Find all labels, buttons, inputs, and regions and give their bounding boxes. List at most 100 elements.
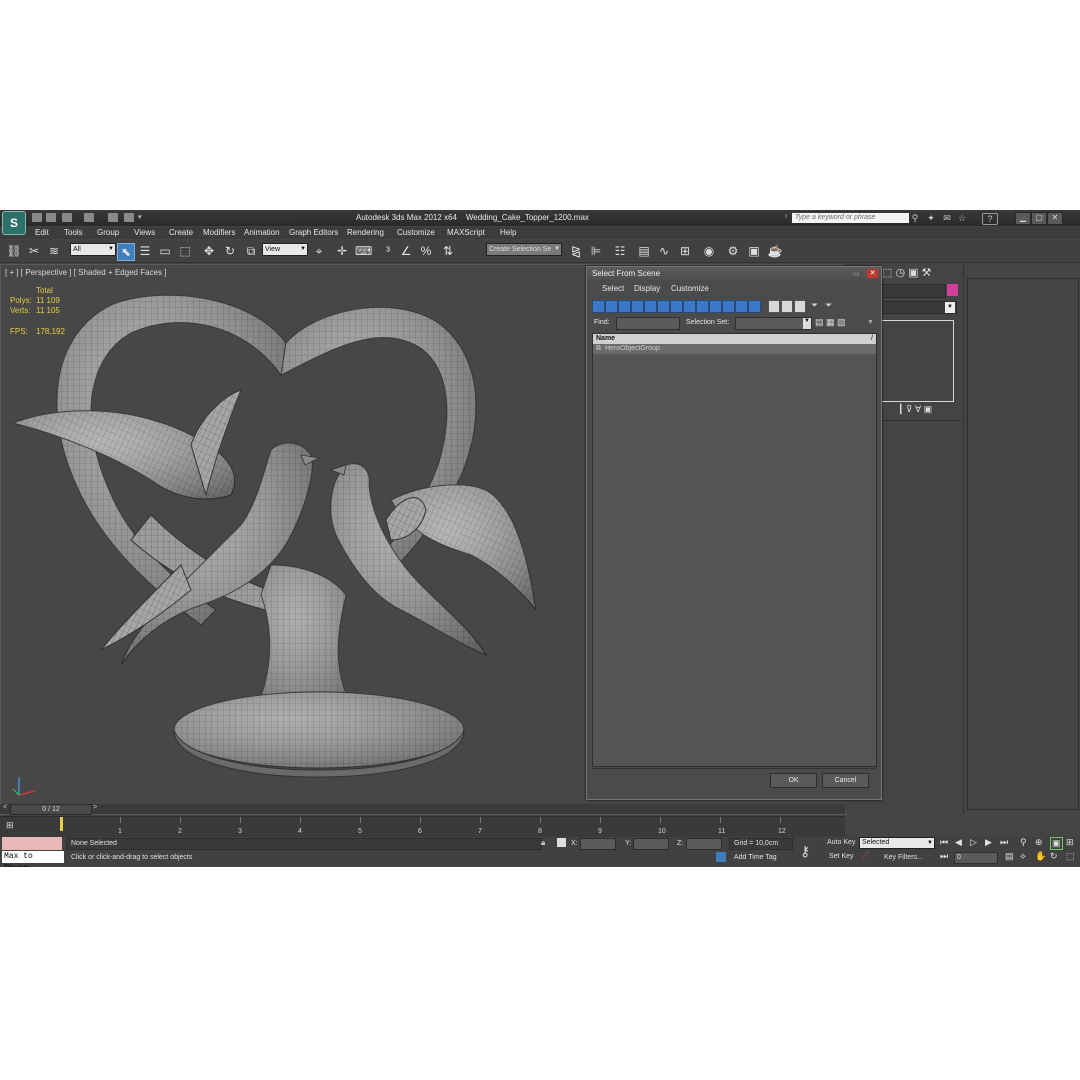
bind-spacewarp-icon[interactable]: ≋ <box>46 243 62 259</box>
display-helpers-icon[interactable] <box>644 300 657 313</box>
display-geometry-icon[interactable] <box>592 300 605 313</box>
key-mode-dropdown[interactable]: Selected ▼ <box>859 837 935 849</box>
prev-frame-icon[interactable]: ◀ <box>955 837 962 848</box>
display-xrefs-icon[interactable] <box>683 300 696 313</box>
set-key-button[interactable]: Set Key <box>829 853 854 860</box>
named-selection-set-dropdown[interactable]: Create Selection Se ▼ <box>486 243 562 256</box>
qa-dropdown-icon[interactable]: ▾ <box>138 213 142 221</box>
modifier-list-dropdown[interactable]: ▼ <box>881 301 957 314</box>
menu-create[interactable]: Create <box>169 228 193 237</box>
play-icon[interactable]: ▷ <box>970 837 977 848</box>
select-invert-icon[interactable] <box>794 300 806 313</box>
absolute-mode-icon[interactable] <box>557 838 566 847</box>
menu-maxscript[interactable]: MAXScript <box>447 228 485 237</box>
chevron-down-icon[interactable]: ▼ <box>803 318 811 329</box>
next-frame-icon[interactable]: ▶ <box>985 837 992 848</box>
cancel-button[interactable]: Cancel <box>822 773 869 788</box>
favorites-star-icon[interactable]: ☆ <box>957 213 967 223</box>
hold-icon[interactable] <box>108 213 118 222</box>
render-production-icon[interactable]: ☕ <box>767 243 783 259</box>
scale-icon[interactable]: ⧉ <box>243 243 259 259</box>
undo-icon[interactable] <box>62 213 72 222</box>
app-logo-icon[interactable]: S <box>2 211 26 235</box>
select-all-icon[interactable] <box>768 300 780 313</box>
display-cameras-icon[interactable] <box>631 300 644 313</box>
x-coordinate-field[interactable] <box>580 838 616 850</box>
column-header-name[interactable]: Name / <box>593 334 876 344</box>
dialog-menu-display[interactable]: Display <box>634 284 660 293</box>
layer-manager-icon[interactable]: ☷ <box>612 243 628 259</box>
display-shapes-icon[interactable] <box>605 300 618 313</box>
time-tag-icon[interactable] <box>716 852 726 862</box>
time-slider-thumb[interactable]: 0 / 12 <box>10 804 92 815</box>
curve-editor-icon[interactable]: ∿ <box>656 243 672 259</box>
display-hidden-icon[interactable] <box>735 300 748 313</box>
track-bar[interactable]: ⊞ 1 2 3 4 5 6 7 8 9 10 11 12 <box>0 816 845 838</box>
minimize-button[interactable]: ▁ <box>1015 212 1031 225</box>
percent-snap-icon[interactable]: % <box>418 243 434 259</box>
expand-arrow-icon[interactable]: ▼ <box>867 319 874 326</box>
redo-icon[interactable] <box>84 213 94 222</box>
display-containers-icon[interactable] <box>709 300 722 313</box>
rectangular-selection-icon[interactable]: ▭ <box>157 243 173 259</box>
display-groups-icon[interactable] <box>670 300 683 313</box>
dialog-menu-select[interactable]: Select <box>602 284 624 293</box>
filter-options-icon[interactable]: ⏷ <box>825 300 832 311</box>
zoom-icon[interactable]: ⚲ <box>1020 837 1027 848</box>
display-frozen-icon[interactable] <box>722 300 735 313</box>
rotate-icon[interactable]: ↻ <box>222 243 238 259</box>
menu-rendering[interactable]: Rendering <box>347 228 384 237</box>
project-folder-icon[interactable] <box>124 213 134 222</box>
menu-edit[interactable]: Edit <box>35 228 49 237</box>
key-filters-button[interactable]: Key Filters... <box>884 854 923 861</box>
spinner-snap-icon[interactable]: ⇅ <box>440 243 456 259</box>
menu-graph-editors[interactable]: Graph Editors <box>289 228 338 237</box>
selection-set-dropdown[interactable]: ▼ <box>735 317 812 330</box>
time-slider-track[interactable] <box>100 804 845 814</box>
align-icon[interactable]: ⊫ <box>588 243 604 259</box>
next-frame-arrow-icon[interactable]: > <box>93 804 97 811</box>
menu-modifiers[interactable]: Modifiers <box>203 228 235 237</box>
menu-tools[interactable]: Tools <box>64 228 83 237</box>
mirror-icon[interactable]: ⧎ <box>568 243 584 259</box>
add-time-tag[interactable]: Add Time Tag <box>734 854 777 861</box>
angle-snap-icon[interactable]: ∠ <box>398 243 414 259</box>
select-manipulate-icon[interactable]: ✛ <box>334 243 350 259</box>
reference-coordinate-dropdown[interactable]: View ▼ <box>262 243 308 256</box>
list-item[interactable]: ⧉ HeroObjectGroup <box>593 344 876 354</box>
help-icon[interactable]: ? <box>982 213 998 225</box>
zoom-extents-all-icon[interactable]: ⊞ <box>1066 837 1074 848</box>
zoom-extents-icon[interactable]: ▣ <box>1050 837 1063 850</box>
display-spacewarps-icon[interactable] <box>657 300 670 313</box>
rendered-frame-window-icon[interactable]: ▣ <box>746 243 762 259</box>
close-button[interactable]: ✕ <box>1047 212 1063 225</box>
menu-help[interactable]: Help <box>500 228 516 237</box>
time-slider[interactable]: < 0 / 12 > <box>0 804 100 815</box>
maxscript-mini-listener[interactable]: Max to Physc. <box>2 851 64 867</box>
material-editor-icon[interactable]: ◉ <box>701 243 717 259</box>
snaps-toggle-icon[interactable]: ³ <box>380 243 396 259</box>
select-none-icon[interactable] <box>781 300 793 313</box>
stack-tools-icons[interactable]: ┃ ⊽ ∀ ▣ <box>898 404 932 415</box>
display-all-icon[interactable] <box>748 300 761 313</box>
command-tabs-icons[interactable]: ⬚ ◷ ▣ ⚒ <box>882 266 931 279</box>
menu-animation[interactable]: Animation <box>244 228 280 237</box>
dialog-menu-customize[interactable]: Customize <box>671 284 709 293</box>
time-configuration-icon[interactable]: ▤ <box>1005 851 1014 862</box>
selection-filter-dropdown[interactable]: All ▼ <box>70 243 116 256</box>
link-icon[interactable]: ⛓ <box>6 243 22 259</box>
zoom-all-icon[interactable]: ⊕ <box>1035 837 1043 848</box>
search-input[interactable]: Type a keyword or phrase <box>792 213 909 223</box>
go-to-start-icon[interactable]: ⏮ <box>940 837 948 848</box>
modifier-stack-list[interactable] <box>881 320 954 402</box>
open-file-icon[interactable] <box>46 213 56 222</box>
filter-icon[interactable]: ⏷ <box>811 300 818 311</box>
menu-group[interactable]: Group <box>97 228 119 237</box>
pivot-center-icon[interactable]: ⌖ <box>311 243 327 259</box>
binoculars-icon[interactable]: ⚲ <box>910 213 920 223</box>
menu-customize[interactable]: Customize <box>397 228 435 237</box>
go-to-end-icon[interactable]: ⏭ <box>1000 837 1008 848</box>
current-frame-marker[interactable] <box>60 817 63 831</box>
find-input[interactable] <box>616 317 680 330</box>
y-coordinate-field[interactable] <box>633 838 669 850</box>
